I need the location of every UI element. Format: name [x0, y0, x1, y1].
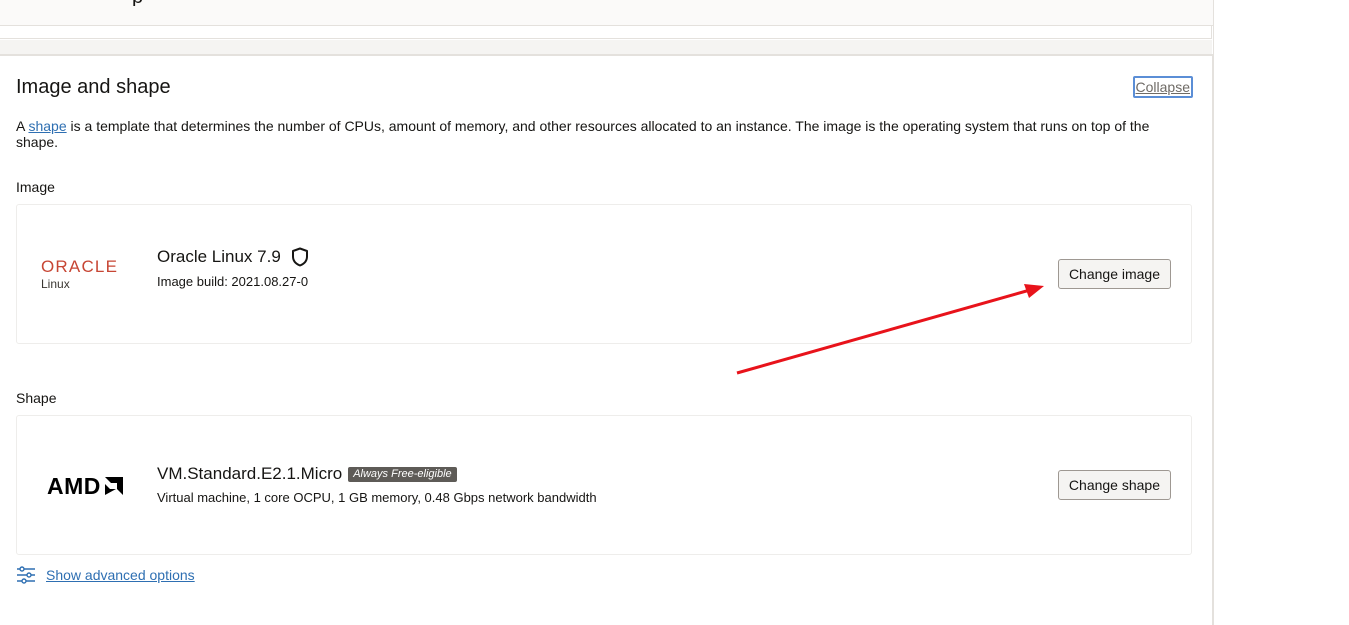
amd-logo: AMD	[47, 473, 125, 499]
oracle-linux-logo: ORACLE Linux	[41, 258, 141, 294]
image-name-row: Oracle Linux 7.9	[157, 247, 309, 267]
image-section-label: Image	[16, 179, 55, 195]
image-and-shape-card: Image and shape Collapse A shape is a te…	[0, 54, 1213, 625]
collapse-link[interactable]: Collapse	[1132, 76, 1193, 98]
shape-name: VM.Standard.E2.1.Micro	[157, 464, 343, 483]
show-advanced-options-label: Show advanced options	[46, 567, 195, 583]
description-prefix: A	[16, 118, 29, 134]
oracle-logo-word: ORACLE	[41, 257, 119, 276]
shape-name-row: VM.Standard.E2.1.Micro Always Free-eligi…	[157, 464, 457, 484]
description-suffix: is a template that determines the number…	[16, 118, 1150, 150]
shape-help-link[interactable]: shape	[28, 118, 66, 134]
shape-section-label: Shape	[16, 390, 57, 406]
change-shape-button[interactable]: Change shape	[1057, 470, 1171, 500]
section-gap	[0, 40, 1212, 54]
oracle-logo-sub: Linux	[41, 277, 70, 291]
shield-icon	[291, 247, 308, 267]
sliders-icon	[17, 566, 35, 584]
shape-details: Virtual machine, 1 core OCPU, 1 GB memor…	[157, 490, 597, 505]
image-name: Oracle Linux 7.9	[157, 247, 281, 266]
previous-card-edge	[0, 26, 1212, 39]
change-image-button[interactable]: Change image	[1057, 259, 1171, 289]
always-free-badge: Always Free-eligible	[348, 466, 457, 482]
previous-section-title: p	[16, 0, 196, 6]
card-description: A shape is a template that determines th…	[16, 118, 1176, 150]
amd-logo-word: AMD	[47, 472, 101, 499]
right-gutter	[1213, 0, 1349, 625]
image-tile: ORACLE Linux Oracle Linux 7.9 Image buil…	[16, 204, 1192, 344]
show-advanced-options-link[interactable]: Show advanced options	[16, 566, 195, 584]
previous-section-header: p	[0, 0, 1349, 26]
shape-tile: AMD VM.Standard.E2.1.Micro Always Free-e…	[16, 415, 1192, 555]
image-build: Image build: 2021.08.27-0	[157, 274, 309, 289]
amd-arrow-icon	[104, 477, 123, 495]
card-title: Image and shape	[16, 76, 171, 98]
